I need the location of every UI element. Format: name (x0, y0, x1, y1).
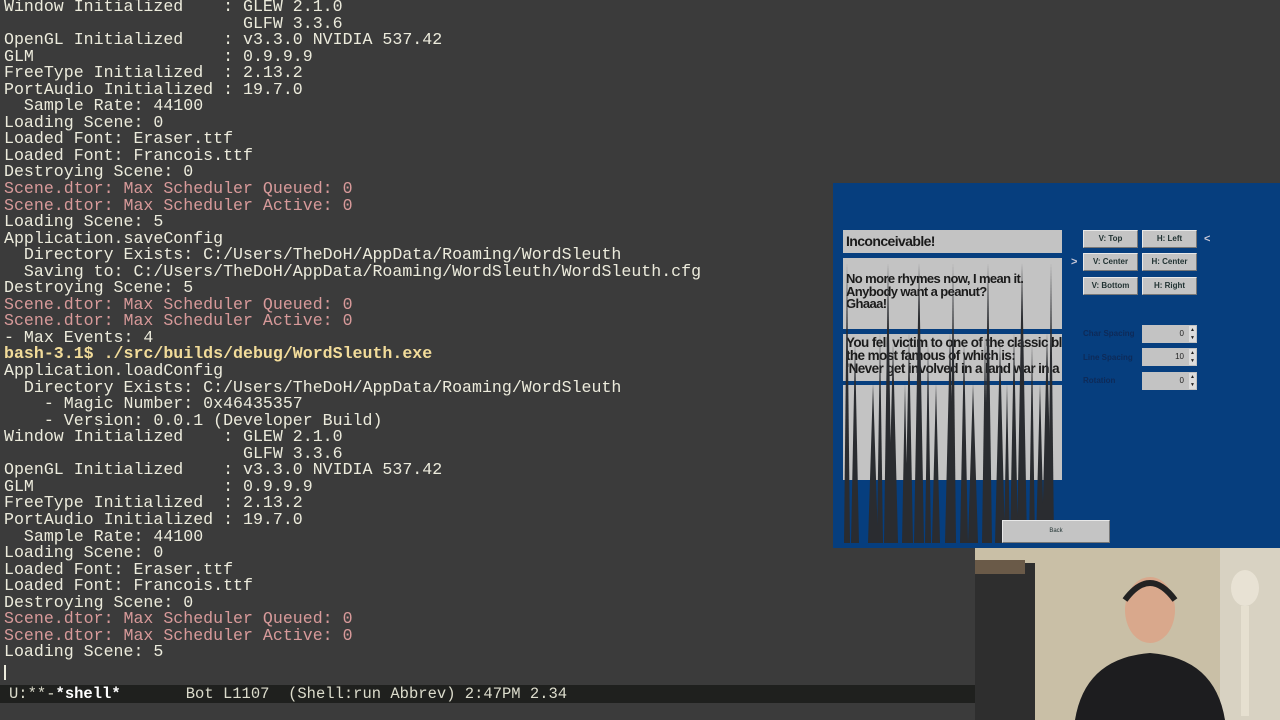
glyph-spike (914, 263, 924, 543)
spin-down-icon[interactable]: ▼ (1189, 334, 1196, 342)
spin-down-icon[interactable]: ▼ (1189, 381, 1196, 389)
terminal-line: Loading Scene: 5 (4, 642, 164, 662)
spin-down-icon[interactable]: ▼ (1189, 357, 1196, 365)
spin-up-icon[interactable]: ▲ (1189, 326, 1196, 334)
glyph-spike (1048, 263, 1054, 543)
buffer-name: *shell* (55, 685, 121, 703)
glyph-spike (925, 343, 931, 543)
glyph-spike (932, 383, 940, 543)
glyph-spike (1029, 343, 1035, 543)
rotation-input[interactable]: 0 ▲ ▼ (1142, 372, 1197, 390)
glyph-spike (995, 343, 1005, 543)
webcam-image (975, 548, 1280, 720)
buffer-state: U:**- (9, 685, 56, 703)
line-spacing-input[interactable]: 10 ▲ ▼ (1142, 348, 1197, 366)
h-right-button[interactable]: H: Right (1142, 277, 1197, 295)
glyph-spike (1017, 263, 1027, 543)
line-spacing-value: 10 (1175, 352, 1184, 361)
mode-line-info: Bot L1107 (Shell:run Abbrev) 2:47PM 2.34 (120, 685, 568, 703)
glyph-spike (960, 343, 968, 543)
spin-up-icon[interactable]: ▲ (1189, 373, 1196, 381)
rotation-label: Rotation (1083, 376, 1116, 385)
glyph-spike (868, 383, 878, 543)
glyph-spike (844, 263, 850, 543)
char-spacing-label: Char Spacing (1083, 329, 1135, 338)
v-selection-marker: > (1071, 256, 1078, 268)
glyph-spike (905, 333, 913, 543)
v-center-button[interactable]: V: Center (1083, 253, 1138, 271)
game-window: Inconceivable! No more rhymes now, I mea… (833, 183, 1280, 548)
char-spacing-input[interactable]: 0 ▲ ▼ (1142, 325, 1197, 343)
v-bottom-button[interactable]: V: Bottom (1083, 277, 1138, 295)
h-center-button[interactable]: H: Center (1142, 253, 1197, 271)
glyph-spike (968, 383, 978, 543)
glyph-spikes (844, 263, 1054, 543)
line-spacing-label: Line Spacing (1083, 353, 1133, 362)
h-selection-marker: < (1204, 233, 1211, 245)
h-left-button[interactable]: H: Left (1142, 230, 1197, 248)
glyph-spike (877, 333, 883, 543)
back-button[interactable]: Back (1002, 520, 1110, 543)
v-top-button[interactable]: V: Top (1083, 230, 1138, 248)
terminal-output[interactable]: Window Initialized : GLEW 2.1.0 GLFW 3.3… (4, 0, 974, 661)
char-spacing-value: 0 (1179, 329, 1184, 338)
glyph-spike (1004, 383, 1010, 543)
text-cursor (4, 665, 6, 680)
rotation-value: 0 (1179, 376, 1184, 385)
glyph-spike (1010, 333, 1018, 543)
spin-up-icon[interactable]: ▲ (1189, 349, 1196, 357)
glyph-spike (851, 343, 859, 543)
webcam-feed (975, 548, 1280, 720)
mode-line: U:**-*shell* Bot L1107 (Shell:run Abbrev… (0, 685, 975, 703)
